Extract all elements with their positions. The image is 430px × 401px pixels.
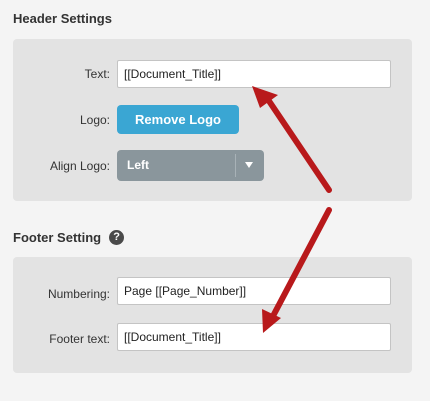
chevron-down-icon — [245, 162, 253, 168]
numbering-label: Numbering: — [47, 287, 110, 301]
footer-setting-title: Footer Setting — [13, 230, 102, 245]
align-logo-select[interactable]: Left — [117, 150, 264, 181]
footer-text-label: Footer text: — [49, 332, 110, 346]
footer-text-input[interactable]: [[Document_Title]] — [117, 323, 391, 351]
text-label: Text: — [84, 67, 110, 81]
numbering-input[interactable]: Page [[Page_Number]] — [117, 277, 391, 305]
header-text-input[interactable]: [[Document_Title]] — [117, 60, 391, 88]
header-settings-title: Header Settings — [13, 11, 112, 26]
header-settings-panel: Text: [[Document_Title]] Logo: Remove Lo… — [13, 39, 412, 201]
footer-setting-title-row: Footer Setting ? — [13, 230, 125, 245]
footer-setting-panel: Numbering: Page [[Page_Number]] Footer t… — [13, 257, 412, 373]
align-logo-value: Left — [127, 158, 149, 172]
help-icon[interactable]: ? — [109, 230, 125, 245]
align-logo-label: Align Logo: — [49, 159, 110, 173]
logo-label: Logo: — [79, 113, 110, 127]
select-divider — [235, 154, 236, 177]
remove-logo-button[interactable]: Remove Logo — [117, 105, 239, 134]
